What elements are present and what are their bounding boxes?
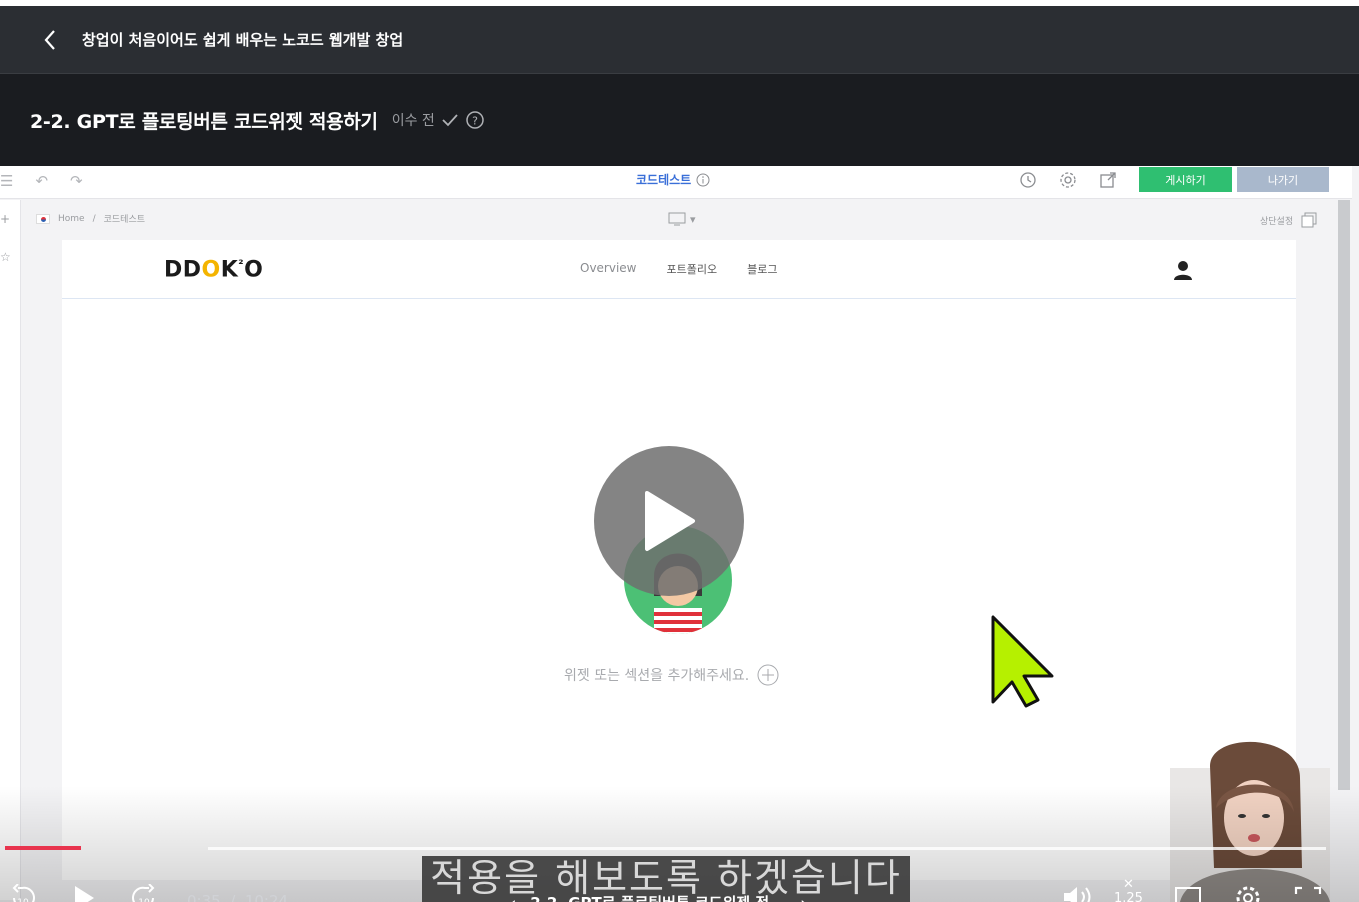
current-time: 0:35 bbox=[187, 892, 221, 902]
play-overlay-button[interactable] bbox=[594, 446, 744, 596]
site-nav: Overview 포트폴리오 블로그 bbox=[580, 261, 777, 277]
time-display: 0:35 / 10:24 bbox=[187, 892, 288, 902]
copy-icon bbox=[1301, 212, 1317, 228]
breadcrumb-home: Home bbox=[58, 213, 85, 224]
history-icon bbox=[1020, 172, 1036, 188]
caret-down-icon: ▾ bbox=[690, 212, 696, 226]
empty-state-text: 위젯 또는 섹션을 추가해주세요. bbox=[564, 668, 750, 684]
forward-10-icon[interactable]: 10 bbox=[129, 884, 159, 902]
rewind-10-icon[interactable]: 10 bbox=[8, 884, 38, 902]
progress-fill[interactable] bbox=[5, 846, 81, 850]
prev-chapter-icon[interactable]: ‹ bbox=[510, 894, 516, 902]
time-separator: / bbox=[230, 892, 236, 902]
completion-status: 이수 전 bbox=[391, 113, 435, 129]
korea-flag-icon bbox=[36, 213, 50, 224]
svg-text:10: 10 bbox=[17, 898, 29, 902]
progress-track[interactable] bbox=[208, 847, 1326, 850]
help-icon[interactable]: ? bbox=[465, 110, 485, 130]
site-logo: DDOK²O bbox=[164, 257, 263, 282]
editor-breadcrumb: Home / 코드테스트 bbox=[36, 212, 145, 225]
lesson-title: 2-2. GPT로 플로팅버튼 코드위젯 적용하기 bbox=[30, 110, 378, 133]
playback-speed[interactable]: ✕ 1.25 bbox=[1114, 878, 1143, 902]
back-button[interactable] bbox=[36, 26, 64, 54]
add-circle-icon bbox=[757, 664, 779, 686]
breadcrumb-separator: / bbox=[92, 213, 96, 224]
course-header: 창업이 처음이어도 쉽게 배우는 노코드 웹개발 창업 bbox=[0, 6, 1359, 74]
nav-portfolio: 포트폴리오 bbox=[666, 263, 718, 276]
editor-scrollbar bbox=[1338, 200, 1350, 790]
check-icon[interactable] bbox=[441, 113, 459, 127]
chapter-navigation: ‹ 2-2. GPT로 플로팅버튼 코드위젯 적... › bbox=[510, 892, 807, 902]
pip-icon[interactable] bbox=[1174, 884, 1202, 902]
nav-blog: 블로그 bbox=[747, 263, 778, 276]
settings-gear-icon[interactable] bbox=[1234, 884, 1262, 902]
video-player[interactable]: ☰ ↶ ↷ 코드테스트 게시하기 나가기 + ☆ Home / 코드테스트 ▾ … bbox=[0, 166, 1359, 902]
redo-icon: ↷ bbox=[70, 172, 83, 190]
site-header: DDOK²O Overview 포트폴리오 블로그 bbox=[62, 240, 1296, 299]
undo-icon: ↶ bbox=[35, 172, 49, 190]
fullscreen-icon[interactable] bbox=[1294, 884, 1322, 902]
player-controls: 10 10 0:35 / 10:24 ‹ 2-2. GPT로 플로팅버튼 코드위… bbox=[0, 876, 1359, 902]
editor-site-name: 코드테스트 bbox=[636, 171, 710, 188]
logo-part-k: K bbox=[220, 257, 239, 283]
editor-site-name-label: 코드테스트 bbox=[636, 173, 692, 187]
logo-part-o: O bbox=[201, 257, 221, 283]
external-link-icon bbox=[1100, 172, 1116, 188]
breadcrumb-page: 코드테스트 bbox=[103, 215, 146, 225]
user-icon bbox=[1174, 261, 1192, 280]
play-icon bbox=[645, 491, 695, 551]
logo-part-o2: O bbox=[244, 257, 264, 283]
course-title: 창업이 처음이어도 쉽게 배우는 노코드 웹개발 창업 bbox=[82, 31, 404, 49]
chevron-left-icon bbox=[44, 29, 55, 50]
star-icon: ☆ bbox=[0, 250, 11, 264]
info-icon bbox=[696, 173, 710, 186]
speed-label: 1.25 bbox=[1114, 891, 1143, 902]
monitor-icon bbox=[668, 212, 686, 226]
empty-state-message: 위젯 또는 섹션을 추가해주세요. bbox=[564, 664, 779, 686]
play-icon[interactable] bbox=[72, 884, 96, 902]
publish-button: 게시하기 bbox=[1139, 167, 1232, 192]
next-chapter-icon[interactable]: › bbox=[800, 894, 806, 902]
chapter-title: 2-2. GPT로 플로팅버튼 코드위젯 적... bbox=[530, 892, 786, 902]
svg-text:10: 10 bbox=[138, 898, 150, 902]
lesson-header: 2-2. GPT로 플로팅버튼 코드위젯 적용하기 이수 전 ? bbox=[0, 75, 1359, 165]
top-settings-label: 상단설정 bbox=[1260, 216, 1294, 227]
svg-text:?: ? bbox=[472, 115, 478, 128]
editor-tools bbox=[1018, 170, 1118, 190]
volume-icon[interactable] bbox=[1062, 884, 1094, 902]
close-x-icon: ✕ bbox=[1123, 877, 1134, 892]
editor-left-icons: ☰ ↶ ↷ bbox=[0, 172, 83, 190]
editor-toolbar: ☰ ↶ ↷ 코드테스트 게시하기 나가기 bbox=[0, 166, 1352, 199]
duration: 10:24 bbox=[244, 892, 289, 902]
exit-button: 나가기 bbox=[1237, 167, 1329, 192]
logo-part-dd: DD bbox=[164, 257, 202, 283]
gear-icon bbox=[1060, 172, 1076, 188]
add-icon: + bbox=[0, 212, 11, 226]
menu-icon: ☰ bbox=[0, 172, 14, 190]
cursor-icon bbox=[991, 615, 1054, 708]
nav-overview: Overview bbox=[580, 261, 637, 275]
top-settings: 상단설정 bbox=[1260, 212, 1317, 228]
device-select: ▾ bbox=[668, 212, 696, 226]
